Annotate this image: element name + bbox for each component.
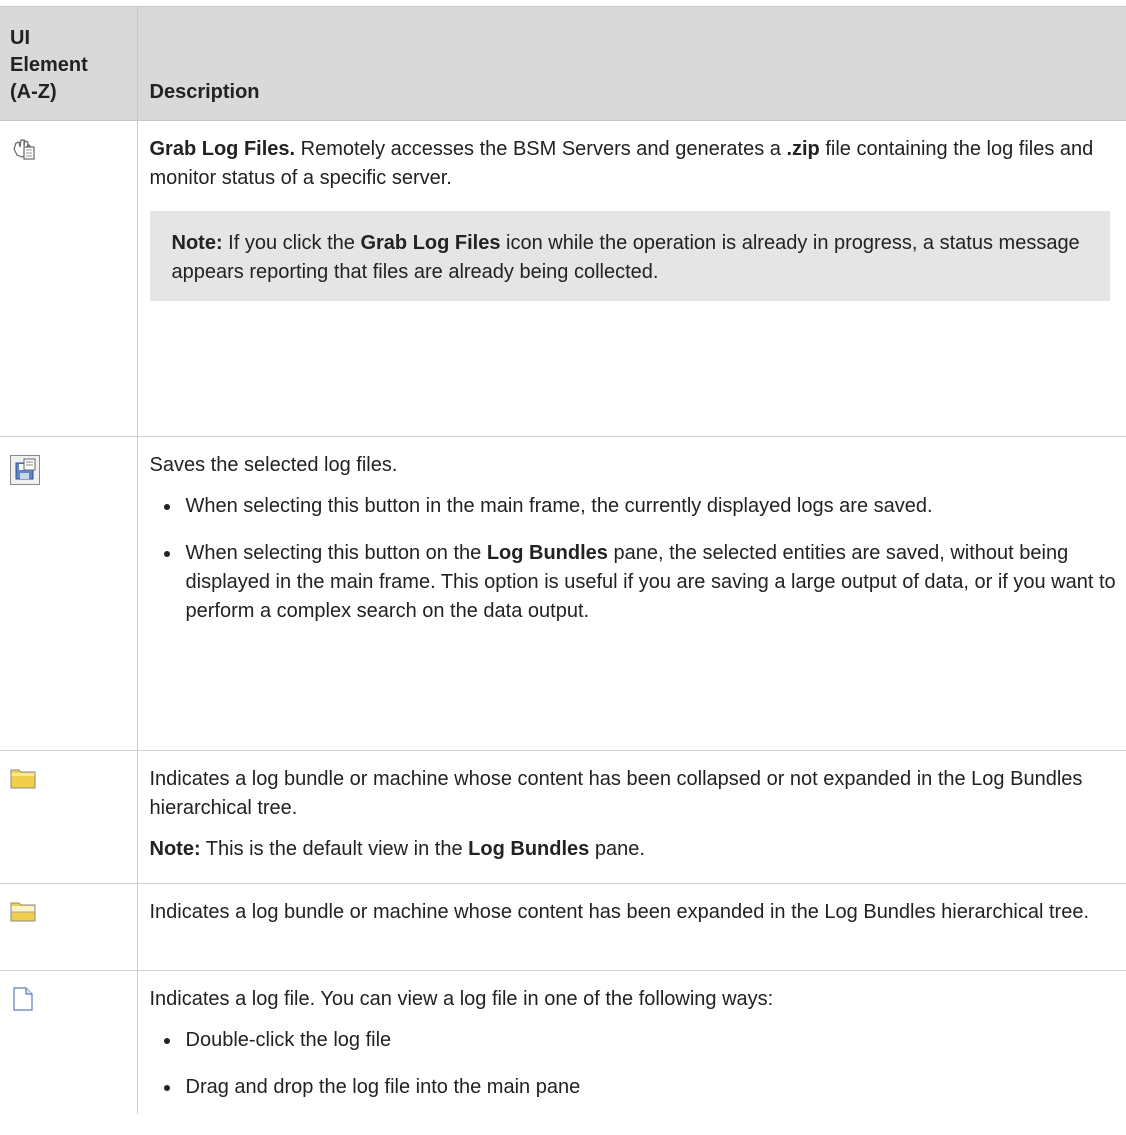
- description-cell: Grab Log Files. Remotely accesses the BS…: [137, 120, 1126, 437]
- table-row: Grab Log Files. Remotely accesses the BS…: [0, 120, 1126, 437]
- header-description: Description: [137, 6, 1126, 121]
- icon-cell: [0, 436, 138, 751]
- list-item: Drag and drop the log file into the main…: [150, 1073, 1117, 1102]
- table-row: Indicates a log file. You can view a log…: [0, 970, 1126, 1115]
- description-cell: Indicates a log bundle or machine whose …: [137, 750, 1126, 884]
- description-cell: Indicates a log file. You can view a log…: [137, 971, 1126, 1115]
- list-item: When selecting this button on the Log Bu…: [150, 539, 1117, 626]
- grab-log-description: Grab Log Files. Remotely accesses the BS…: [150, 135, 1117, 193]
- log-file-icon: [12, 987, 34, 1011]
- header-ui-element: UI Element (A-Z): [0, 6, 138, 121]
- bullet2-text-a: When selecting this button on the: [185, 542, 487, 564]
- grab-log-text-a: Remotely accesses the BSM Servers and ge…: [295, 138, 787, 160]
- save-icon: [10, 455, 40, 485]
- note-label: Note:: [171, 232, 223, 254]
- folder-closed-description: Indicates a log bundle or machine whose …: [149, 768, 1083, 819]
- bullet2-bold: Log Bundles: [486, 542, 608, 564]
- log-file-description: Indicates a log file. You can view a log…: [149, 988, 774, 1010]
- description-cell: Indicates a log bundle or machine whose …: [137, 883, 1126, 971]
- grab-log-files-icon: [10, 137, 36, 161]
- header-ui-element-line1: UI: [10, 27, 30, 49]
- folder-open-icon: [10, 900, 36, 922]
- note-bold: Grab Log Files: [360, 232, 501, 254]
- log-file-bullets: Double-click the log file Drag and drop …: [150, 1026, 1117, 1102]
- ui-elements-table: UI Element (A-Z) Description Grab Log Fi…: [0, 6, 1126, 1114]
- list-item: When selecting this button in the main f…: [150, 492, 1117, 521]
- icon-cell: [0, 750, 138, 884]
- icon-cell: [0, 883, 138, 971]
- save-bullets: When selecting this button in the main f…: [150, 492, 1117, 626]
- note-text-a: This is the default view in the: [200, 838, 469, 860]
- table-row: Saves the selected log files. When selec…: [0, 436, 1126, 751]
- zip-label: .zip: [786, 138, 820, 160]
- folder-closed-icon: [10, 767, 36, 789]
- icon-cell: [0, 970, 138, 1114]
- table-row: Indicates a log bundle or machine whose …: [0, 883, 1126, 971]
- save-description: Saves the selected log files.: [149, 454, 398, 476]
- table-header-row: UI Element (A-Z) Description: [0, 6, 1126, 121]
- list-item: Double-click the log file: [150, 1026, 1117, 1055]
- folder-open-description: Indicates a log bundle or machine whose …: [149, 901, 1090, 923]
- grab-log-title: Grab Log Files.: [149, 138, 296, 160]
- header-ui-element-line2: Element: [10, 54, 88, 76]
- note-box: Note: If you click the Grab Log Files ic…: [149, 211, 1110, 301]
- note-bold: Log Bundles: [468, 838, 590, 860]
- header-ui-element-line3: (A-Z): [10, 81, 57, 103]
- note-label: Note:: [149, 838, 201, 860]
- table-row: Indicates a log bundle or machine whose …: [0, 750, 1126, 884]
- note-text-b: pane.: [589, 838, 645, 860]
- icon-cell: [0, 120, 138, 437]
- description-cell: Saves the selected log files. When selec…: [137, 436, 1126, 751]
- folder-closed-note: Note: This is the default view in the Lo…: [150, 835, 1117, 864]
- note-text-a: If you click the: [222, 232, 361, 254]
